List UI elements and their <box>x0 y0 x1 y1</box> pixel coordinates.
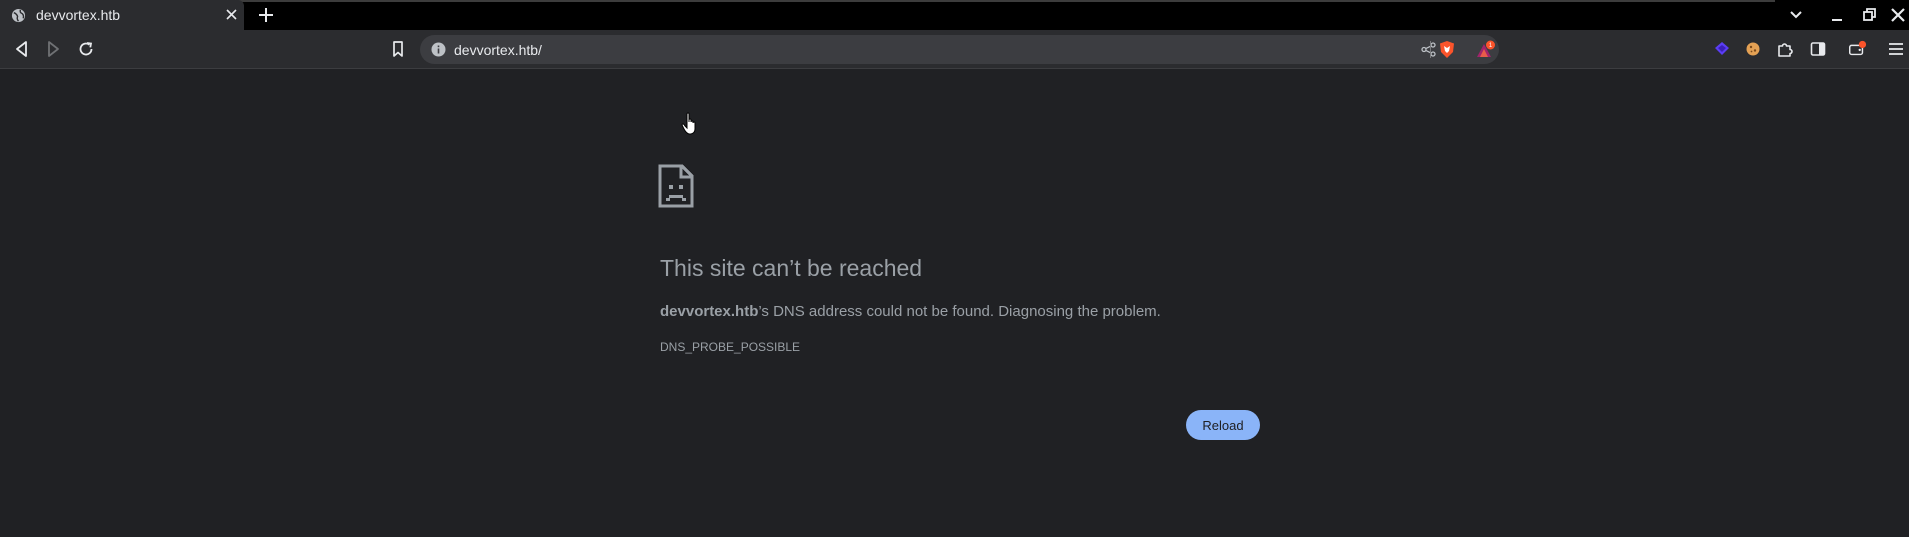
tab-close-icon[interactable] <box>223 6 240 23</box>
share-icon[interactable] <box>1420 41 1437 58</box>
active-tab[interactable]: devvortex.htb <box>0 0 244 30</box>
back-icon[interactable] <box>12 39 32 59</box>
extensions-puzzle-icon[interactable] <box>1775 39 1795 59</box>
globe-icon <box>11 8 26 23</box>
reload-icon[interactable] <box>76 39 96 59</box>
error-host: devvortex.htb <box>660 303 759 320</box>
tab-strip: devvortex.htb <box>0 0 1909 30</box>
omnibox-separator <box>1430 41 1431 58</box>
cookie-extension-icon[interactable] <box>1743 39 1763 59</box>
brave-shields-icon[interactable] <box>1438 40 1456 59</box>
address-bar[interactable]: devvortex.htb/ 1 <box>420 35 1499 64</box>
sad-file-icon <box>658 164 694 208</box>
error-message: ’s DNS address could not be found. Diagn… <box>758 303 1161 320</box>
chevron-down-icon[interactable] <box>1787 6 1805 24</box>
reload-button[interactable]: Reload <box>1186 410 1260 440</box>
brave-rewards-icon[interactable]: 1 <box>1474 40 1498 60</box>
new-tab-icon[interactable] <box>256 5 276 25</box>
forward-icon[interactable] <box>43 39 63 59</box>
window-close-icon[interactable] <box>1888 5 1908 25</box>
browser-toolbar: devvortex.htb/ 1 <box>0 30 1909 69</box>
menu-hamburger-icon[interactable] <box>1886 39 1906 59</box>
site-info-icon[interactable] <box>431 42 446 57</box>
tab-title: devvortex.htb <box>36 7 121 23</box>
error-description: devvortex.htb’s DNS address could not be… <box>660 303 1161 320</box>
tab-strip-divider <box>145 0 1775 2</box>
brave-wallet-icon[interactable] <box>1847 39 1867 59</box>
minimize-icon[interactable] <box>1827 5 1847 25</box>
url-text[interactable]: devvortex.htb/ <box>454 42 542 58</box>
bookmark-icon[interactable] <box>388 39 408 59</box>
error-heading: This site can’t be reached <box>660 255 923 281</box>
hand-cursor-icon <box>681 112 696 135</box>
error-code: DNS_PROBE_POSSIBLE <box>660 340 801 354</box>
sidebar-icon[interactable] <box>1808 39 1828 59</box>
restore-icon[interactable] <box>1859 5 1879 25</box>
wallet-extension-icon[interactable] <box>1712 39 1732 59</box>
